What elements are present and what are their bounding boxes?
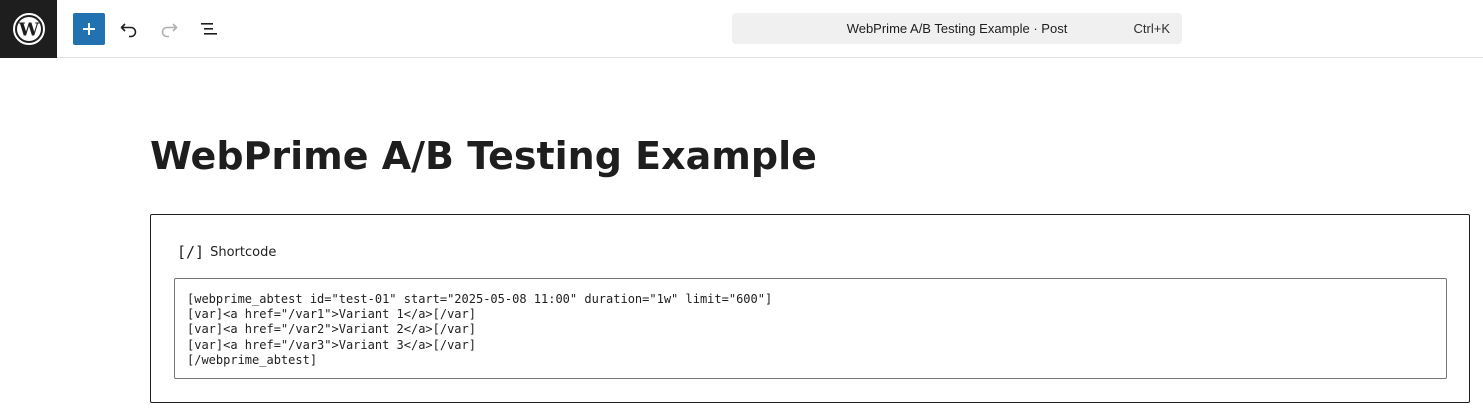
add-block-button[interactable] — [73, 13, 105, 45]
document-overview-button[interactable] — [193, 13, 225, 45]
undo-icon — [120, 23, 137, 38]
redo-icon — [161, 23, 178, 38]
block-label-text: Shortcode — [210, 244, 277, 260]
document-title: WebPrime A/B Testing Example · Post — [846, 21, 1068, 36]
post-title[interactable]: WebPrime A/B Testing Example — [150, 130, 817, 182]
keyboard-shortcut-hint: Ctrl+K — [1133, 21, 1170, 36]
shortcode-block[interactable]: [/] Shortcode [webprime_abtest id="test-… — [150, 214, 1470, 403]
wordpress-logo-button[interactable]: W — [0, 0, 57, 58]
shortcode-icon: [/] — [177, 243, 205, 261]
undo-button[interactable] — [113, 13, 145, 45]
editor-header: W WebPrime A/B Testing Example · Post Ct… — [0, 0, 1483, 58]
block-label: [/] Shortcode — [177, 241, 276, 263]
svg-text:W: W — [17, 20, 39, 41]
command-palette-bar[interactable]: WebPrime A/B Testing Example · Post Ctrl… — [732, 13, 1182, 44]
redo-button[interactable] — [153, 13, 185, 45]
shortcode-textarea[interactable]: [webprime_abtest id="test-01" start="202… — [174, 278, 1447, 379]
document-outline-icon — [201, 23, 217, 35]
plus-icon — [83, 23, 95, 35]
wordpress-logo-icon: W — [12, 13, 45, 45]
